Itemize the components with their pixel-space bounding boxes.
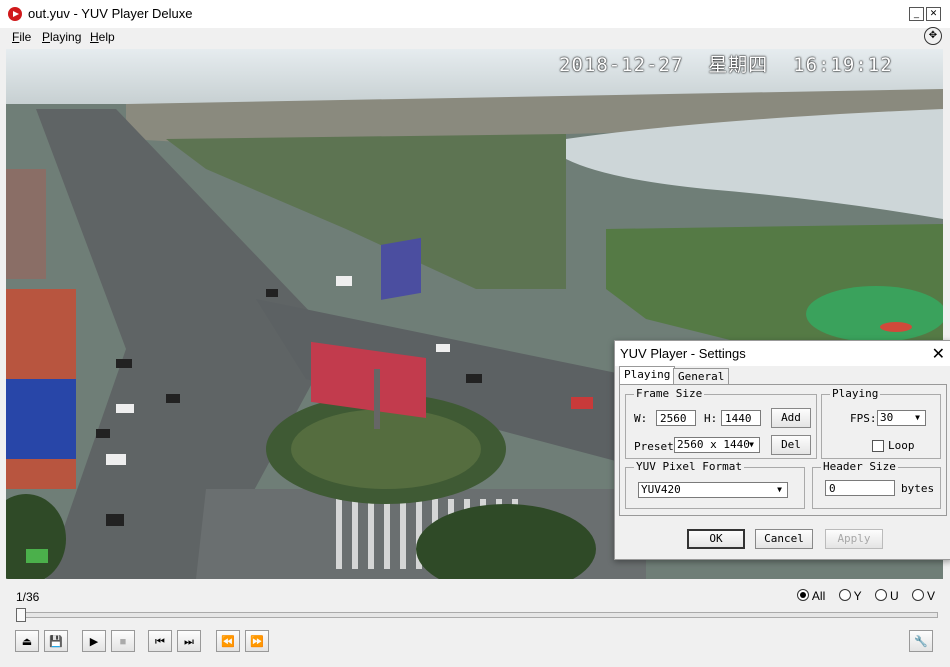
dialog-close-button[interactable]: ✕: [932, 344, 945, 364]
menu-help[interactable]: Help: [90, 30, 115, 44]
menu-bar: File Playing Help: [0, 28, 950, 48]
width-label: W:: [634, 412, 648, 425]
eject-button[interactable]: ⏏: [15, 630, 39, 652]
title-bar: out.yuv - YUV Player Deluxe _ ✕: [0, 0, 950, 29]
frame-size-group: Frame Size W: 2560 H: 1440 Add Preset 25…: [625, 387, 817, 459]
playing-group: Playing FPS: 30 ▼ Loop: [821, 387, 941, 459]
ok-button[interactable]: OK: [687, 529, 745, 549]
add-preset-button[interactable]: Add: [771, 408, 811, 428]
settings-dialog: YUV Player - Settings ✕ Playing General …: [614, 340, 950, 560]
settings-wrench-button[interactable]: 🔧: [909, 630, 933, 652]
seek-slider-track[interactable]: [16, 612, 938, 618]
playback-controls: 1/36 All Y U V ⏏ 💾 ▶ ■ ⏮ ⏭ ⏪ ⏩ 🔧: [6, 582, 943, 662]
dialog-title: YUV Player - Settings: [620, 346, 746, 361]
last-frame-button[interactable]: ⏩: [245, 630, 269, 652]
loop-checkbox[interactable]: [872, 440, 884, 452]
save-button[interactable]: 💾: [44, 630, 68, 652]
seek-slider-thumb[interactable]: [16, 608, 26, 622]
move-icon[interactable]: ✥: [924, 27, 942, 45]
header-size-legend: Header Size: [821, 460, 898, 473]
chevron-down-icon: ▼: [915, 413, 920, 422]
channel-selector: All Y U V: [787, 589, 935, 603]
close-window-button[interactable]: ✕: [926, 7, 941, 21]
pixel-format-group: YUV Pixel Format YUV420 ▼: [625, 460, 805, 509]
window-title: out.yuv - YUV Player Deluxe: [28, 6, 193, 21]
tab-general[interactable]: General: [673, 368, 730, 385]
menu-playing[interactable]: Playing: [42, 30, 81, 44]
chevron-down-icon: ▼: [777, 485, 782, 494]
channel-u-radio[interactable]: U: [874, 589, 899, 603]
osd-timestamp: 2018-12-27 星期四 16:19:12: [559, 54, 893, 76]
next-frame-button[interactable]: ⏭: [177, 630, 201, 652]
fps-select[interactable]: 30 ▼: [877, 410, 926, 426]
channel-all-radio[interactable]: All: [796, 589, 825, 603]
header-size-unit: bytes: [901, 482, 935, 495]
header-size-input[interactable]: 0: [825, 480, 895, 496]
preset-label: Preset: [634, 440, 674, 453]
prev-frame-button[interactable]: ⏮: [148, 630, 172, 652]
cancel-button[interactable]: Cancel: [755, 529, 813, 549]
loop-label: Loop: [888, 439, 915, 452]
fps-label: FPS:: [850, 412, 877, 425]
chevron-down-icon: ▼: [749, 440, 754, 449]
menu-file[interactable]: File: [12, 30, 31, 44]
frame-size-legend: Frame Size: [634, 387, 705, 400]
pixel-format-select[interactable]: YUV420 ▼: [638, 482, 788, 498]
dialog-title-bar: YUV Player - Settings ✕: [615, 341, 950, 366]
first-frame-button[interactable]: ⏪: [216, 630, 240, 652]
preset-select[interactable]: 2560 x 1440 ▼: [674, 437, 760, 453]
tab-playing[interactable]: Playing: [619, 366, 676, 385]
stop-button[interactable]: ■: [111, 630, 135, 652]
pixel-format-legend: YUV Pixel Format: [634, 460, 744, 473]
height-input[interactable]: 1440: [721, 410, 761, 426]
frame-counter: 1/36: [16, 590, 40, 604]
playing-legend: Playing: [830, 387, 881, 400]
app-logo-icon: [8, 7, 22, 21]
tab-panel-playing: Frame Size W: 2560 H: 1440 Add Preset 25…: [619, 384, 947, 516]
channel-v-radio[interactable]: V: [911, 589, 935, 603]
play-button[interactable]: ▶: [82, 630, 106, 652]
width-input[interactable]: 2560: [656, 410, 696, 426]
minimize-button[interactable]: _: [909, 7, 924, 21]
header-size-group: Header Size 0 bytes: [812, 460, 941, 509]
height-label: H:: [704, 412, 718, 425]
channel-y-radio[interactable]: Y: [838, 589, 862, 603]
apply-button[interactable]: Apply: [825, 529, 883, 549]
delete-preset-button[interactable]: Del: [771, 435, 811, 455]
